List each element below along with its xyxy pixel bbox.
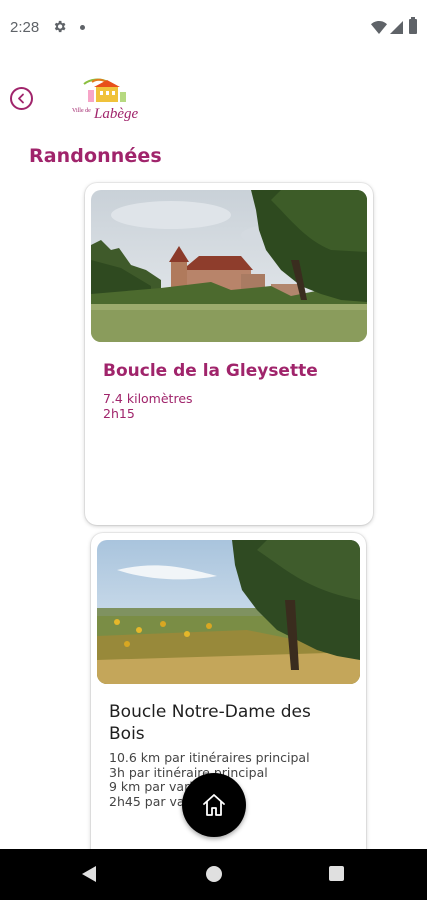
home-icon [203, 794, 225, 816]
status-time: 2:28 [10, 19, 40, 36]
battery-icon [409, 17, 417, 34]
card-title: Boucle Notre-Dame des Bois [109, 702, 311, 744]
app-header: Ville de Labège [0, 70, 427, 132]
signal-icon [390, 21, 403, 34]
chevron-left-icon [18, 93, 24, 104]
home-button[interactable] [182, 773, 246, 837]
svg-text:Ville de: Ville de [72, 108, 91, 114]
sunflower-field-photo [97, 540, 360, 684]
back-button[interactable] [10, 87, 33, 110]
hike-card-gleysette[interactable]: Boucle de la Gleysette 7.4 kilomètres 2h… [85, 183, 373, 525]
distance-main-text: 10.6 km par itinéraires principal [109, 750, 310, 765]
chateau-photo [91, 190, 367, 342]
status-bar: 2:28 [0, 0, 427, 56]
distance-text: 7.4 kilomètres [103, 391, 193, 406]
card-details: 7.4 kilomètres 2h15 [103, 391, 193, 421]
svg-text:Labège: Labège [93, 106, 139, 122]
wifi-icon [371, 21, 387, 34]
circle-home-icon[interactable] [206, 866, 222, 882]
triangle-back-icon[interactable] [82, 866, 96, 882]
system-nav-bar [0, 849, 427, 900]
page-title: Randonnées [29, 145, 162, 167]
square-recents-icon[interactable] [329, 866, 344, 881]
ville-de-labege-logo: Ville de Labège [72, 78, 139, 122]
card-title: Boucle de la Gleysette [103, 361, 318, 381]
notification-dot-icon [80, 25, 85, 30]
gear-icon [54, 20, 66, 33]
duration-text: 2h15 [103, 405, 135, 421]
